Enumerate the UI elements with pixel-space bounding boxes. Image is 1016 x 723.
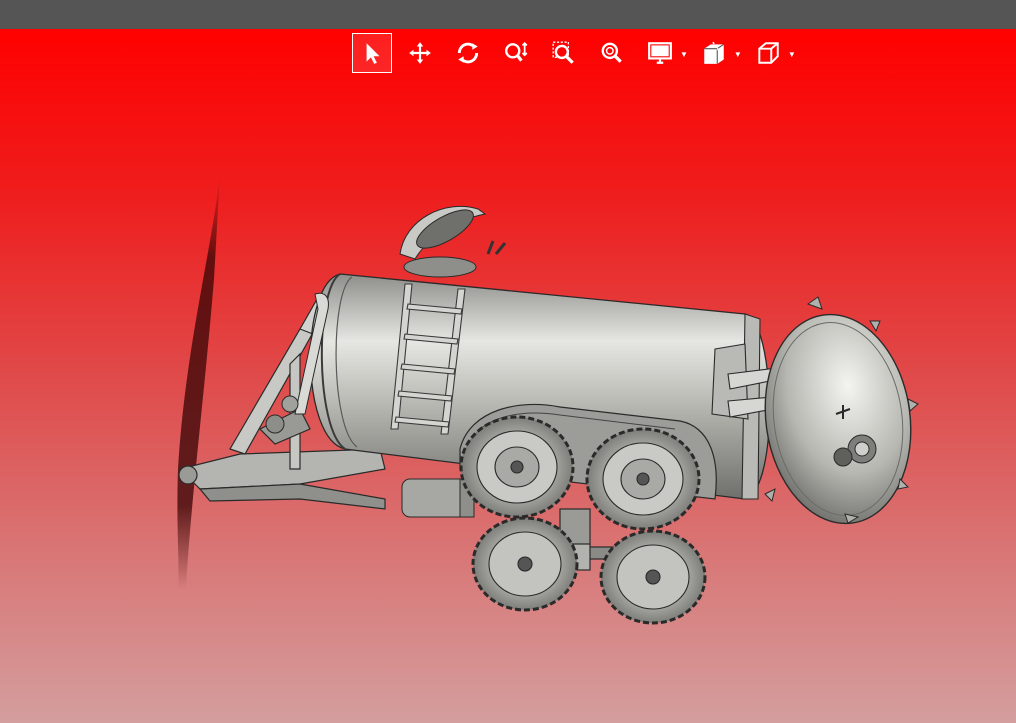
zoom-window-icon [552,41,574,64]
wheel-front-lower [471,516,579,612]
view-orientation-button[interactable] [748,33,788,73]
cursor-arrow-icon [366,43,380,64]
monitor-icon [648,42,672,64]
display-mode-button[interactable] [640,33,680,73]
rotate-tool-button[interactable] [448,33,488,73]
title-bar [0,0,1016,29]
wheel-rear-lower [599,529,707,625]
view-orientation-dropdown-icon[interactable]: ▼ [788,50,796,59]
wheel-front-upper [459,415,575,519]
view-cube-icon [758,42,779,64]
display-mode-dropdown-icon[interactable]: ▼ [680,50,688,59]
zoom-window-button[interactable] [544,33,584,73]
section-view-button[interactable] [694,33,734,73]
section-view-icon [704,41,724,64]
zoom-fit-button[interactable] [592,33,632,73]
section-view-dropdown-icon[interactable]: ▼ [734,50,742,59]
rotate-icon [457,42,479,64]
wheel-rear-upper [585,427,701,531]
pan-arrows-icon [409,42,431,64]
zoom-fit-icon [601,42,622,63]
rear-door [764,296,919,525]
select-tool-button[interactable] [352,33,392,73]
3d-viewport[interactable]: ▼ ▼ ▼ [0,29,1016,723]
pan-tool-button[interactable] [400,33,440,73]
zoom-tool-button[interactable] [496,33,536,73]
ground-shadow [177,174,220,589]
view-toolbar: ▼ ▼ ▼ [352,33,802,73]
tank-trailer-model [177,174,919,625]
zoom-vertical-icon [505,42,528,62]
